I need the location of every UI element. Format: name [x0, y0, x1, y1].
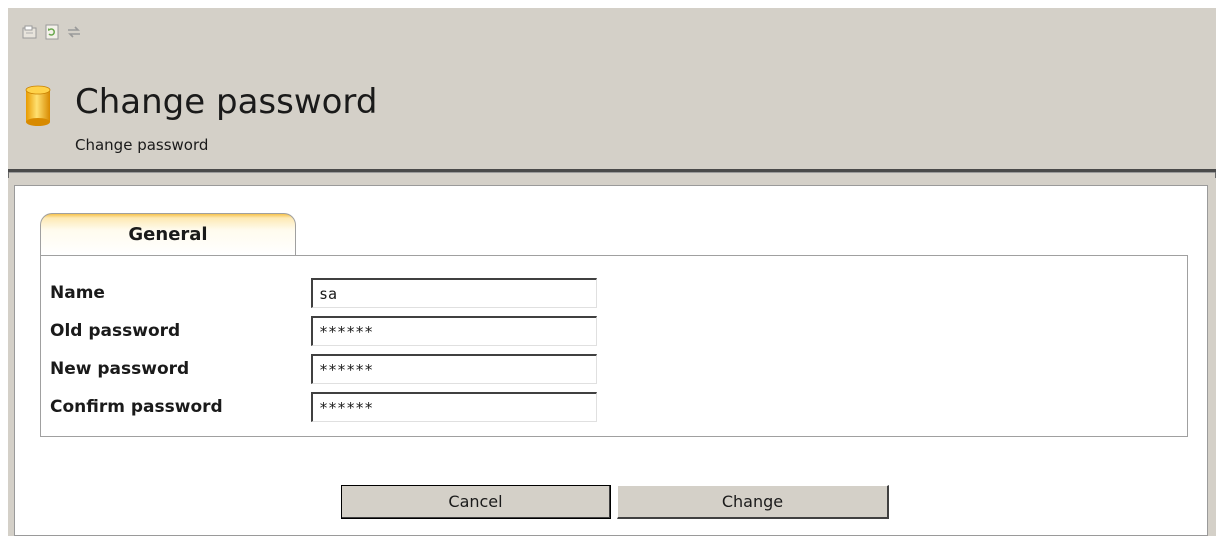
- sync-icon[interactable]: [66, 24, 82, 40]
- general-fields-group: Name Old password New password Confirm p…: [40, 255, 1188, 437]
- name-label: Name: [50, 283, 105, 303]
- open-icon[interactable]: [22, 24, 38, 40]
- header-divider-ticks: [8, 172, 1216, 178]
- old-password-label: Old password: [50, 321, 181, 341]
- tab-general[interactable]: General: [40, 213, 296, 255]
- new-password-label: New password: [50, 359, 190, 379]
- form-panel: General Name Old password New password C…: [14, 185, 1208, 536]
- confirm-password-label: Confirm password: [50, 397, 223, 417]
- confirm-password-field[interactable]: [311, 392, 597, 422]
- toolbar: [22, 22, 82, 42]
- dialog-window: Change password Change password General …: [8, 8, 1216, 536]
- tab-general-label: General: [128, 224, 208, 245]
- new-password-field[interactable]: [311, 354, 597, 384]
- database-icon: [25, 85, 51, 131]
- page-title: Change password: [75, 82, 378, 122]
- refresh-icon[interactable]: [44, 24, 60, 40]
- change-button[interactable]: Change: [617, 485, 889, 519]
- name-field[interactable]: [311, 278, 597, 308]
- old-password-field[interactable]: [311, 316, 597, 346]
- page-subtitle: Change password: [75, 136, 209, 154]
- cancel-button[interactable]: Cancel: [341, 485, 611, 519]
